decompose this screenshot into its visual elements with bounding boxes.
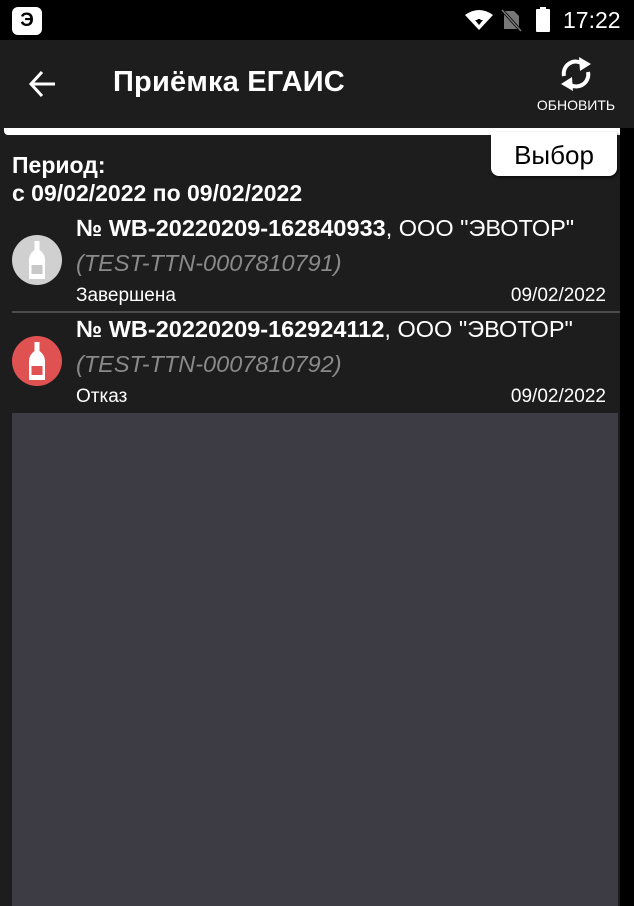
refresh-label: ОБНОВИТЬ [536,97,616,113]
app-logo-icon: Э [12,7,42,35]
wifi-icon [465,10,493,30]
clock: 17:22 [563,7,621,33]
empty-list-area [12,413,618,906]
document-status: Завершена [76,285,176,306]
select-button[interactable]: Выбор [491,132,617,176]
document-supplier: , ООО "ЭВОТОР" [385,215,575,241]
document-date: 09/02/2022 [510,386,606,407]
document-list-item[interactable]: № WB-20220209-162924112, ООО "ЭВОТОР" (T… [0,313,620,415]
document-ttn: (TEST-TTN-0007810791) [76,250,342,276]
edge-strip [620,128,634,906]
no-sim-icon [500,8,522,32]
document-status: Отказ [76,386,128,407]
bottle-icon [12,336,62,386]
document-title: № WB-20220209-162924112, ООО "ЭВОТОР" [76,316,573,343]
period-label: Период: [12,152,106,178]
content-area: Выбор Период: с 09/02/2022 по 09/02/2022… [0,128,634,906]
arrow-left-icon [28,70,55,98]
back-button[interactable] [22,64,66,104]
document-ttn: (TEST-TTN-0007810792) [76,351,342,377]
document-supplier: , ООО "ЭВОТОР" [384,316,573,342]
status-bar: Э 17:22 [0,0,634,40]
page-title: Приёмка ЕГАИС [113,66,345,98]
refresh-icon [561,57,591,91]
app-logo-letter: Э [20,10,34,31]
select-button-label: Выбор [514,140,594,170]
document-title: № WB-20220209-162840933, ООО "ЭВОТОР" [76,215,574,242]
document-date: 09/02/2022 [510,285,606,306]
document-number: № WB-20220209-162924112 [76,316,385,342]
refresh-button[interactable]: ОБНОВИТЬ [528,50,624,120]
document-number: № WB-20220209-162840933 [76,215,386,241]
battery-icon [536,7,550,32]
document-list-item[interactable]: № WB-20220209-162840933, ООО "ЭВОТОР" (T… [0,212,620,314]
period-range: с 09/02/2022 по 09/02/2022 [12,180,303,206]
bottle-icon [12,235,62,285]
app-bar: Приёмка ЕГАИС ОБНОВИТЬ [0,40,634,128]
